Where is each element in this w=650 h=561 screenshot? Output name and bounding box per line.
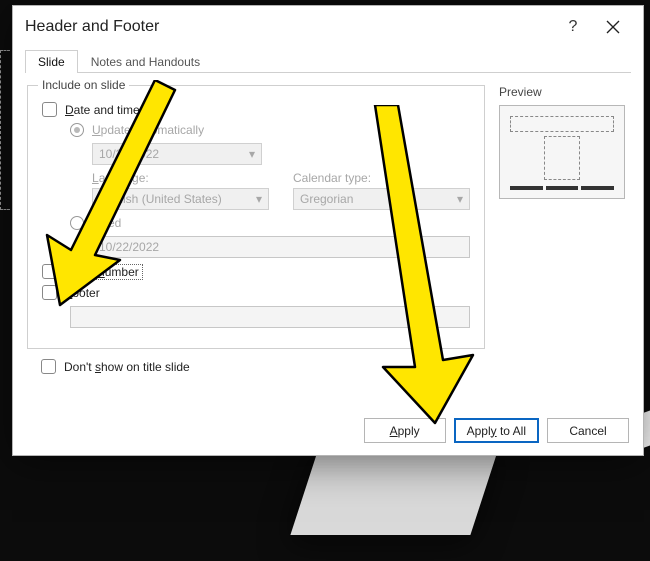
update-automatically-radio[interactable] xyxy=(70,123,84,137)
app-slide-shape xyxy=(290,445,499,535)
chevron-down-icon: ▾ xyxy=(457,192,463,206)
language-value: English (United States) xyxy=(99,192,256,206)
tab-slide[interactable]: Slide xyxy=(25,50,78,73)
preview-footer-placeholders xyxy=(510,186,614,190)
cancel-button[interactable]: Cancel xyxy=(547,418,629,443)
header-footer-dialog: Header and Footer ? Slide Notes and Hand… xyxy=(12,5,644,456)
tab-notes-handouts[interactable]: Notes and Handouts xyxy=(78,50,213,73)
auto-date-combo[interactable]: 10/22/2022 ▾ xyxy=(92,143,262,165)
auto-date-value: 10/22/2022 xyxy=(99,147,249,161)
dialog-title: Header and Footer xyxy=(25,18,553,36)
date-time-checkbox[interactable] xyxy=(42,102,57,117)
fixed-radio[interactable] xyxy=(70,216,84,230)
date-time-label: Date and time xyxy=(65,103,140,117)
preview-body-placeholder xyxy=(544,136,580,180)
calendar-type-label: Calendar type: xyxy=(293,171,470,185)
dont-show-on-title-label: Don't show on title slide xyxy=(64,360,190,374)
fixed-label: Fixed xyxy=(92,216,121,230)
footer-checkbox[interactable] xyxy=(42,285,57,300)
fixed-date-value: 10/22/2022 xyxy=(99,240,159,254)
language-label: Language: xyxy=(92,171,269,185)
preview-thumbnail xyxy=(499,105,625,199)
close-button[interactable] xyxy=(593,20,633,34)
calendar-type-value: Gregorian xyxy=(300,192,457,206)
preview-title-placeholder xyxy=(510,116,614,132)
apply-button[interactable]: Apply xyxy=(364,418,446,443)
app-slide-edge xyxy=(0,50,10,210)
close-icon xyxy=(606,20,620,34)
apply-to-all-button-label: Apply to All xyxy=(467,424,526,438)
dialog-titlebar: Header and Footer ? xyxy=(13,6,643,48)
apply-button-label: Apply xyxy=(390,424,420,438)
calendar-type-combo[interactable]: Gregorian ▾ xyxy=(293,188,470,210)
tabs: Slide Notes and Handouts xyxy=(13,48,643,72)
footer-text-input[interactable] xyxy=(70,306,470,328)
include-legend: Include on slide xyxy=(38,78,129,92)
update-automatically-label: Update automatically xyxy=(92,123,204,137)
dont-show-on-title-checkbox[interactable] xyxy=(41,359,56,374)
footer-label: Footer xyxy=(65,286,100,300)
help-button[interactable]: ? xyxy=(553,18,593,36)
preview-label: Preview xyxy=(499,85,629,99)
chevron-down-icon: ▾ xyxy=(256,192,262,206)
slide-number-label: Slide number xyxy=(65,265,142,279)
fixed-date-input[interactable]: 10/22/2022 xyxy=(92,236,470,258)
include-on-slide-group: Include on slide Date and time Update au… xyxy=(27,85,485,349)
language-combo[interactable]: English (United States) ▾ xyxy=(92,188,269,210)
apply-to-all-button[interactable]: Apply to All xyxy=(454,418,539,443)
chevron-down-icon: ▾ xyxy=(249,147,255,161)
slide-number-checkbox[interactable] xyxy=(42,264,57,279)
